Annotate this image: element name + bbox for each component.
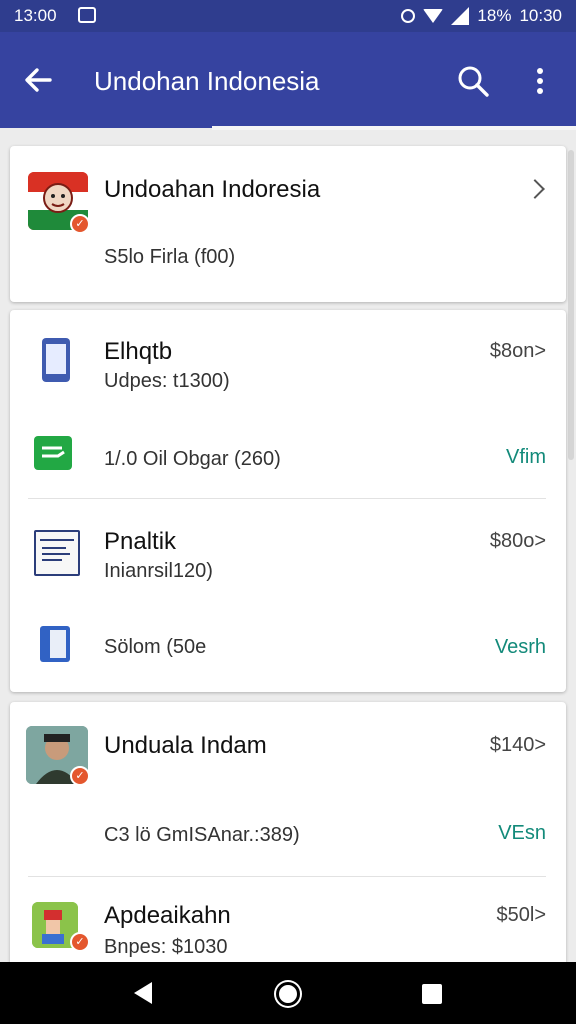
status-bar: 13:00 18% 10:30 <box>0 0 576 32</box>
page-title: Undohan Indonesia <box>94 66 320 96</box>
wifi-icon <box>423 9 444 23</box>
chart-app-icon <box>34 436 72 470</box>
list-item-title[interactable]: C3 lö GmISAnar.:389) <box>104 824 300 847</box>
scrollbar[interactable] <box>568 150 574 460</box>
notification-icon <box>78 7 96 23</box>
alarm-icon <box>401 9 416 23</box>
divider <box>28 498 546 499</box>
back-arrow-icon[interactable] <box>20 62 56 98</box>
more-vert-icon[interactable] <box>528 66 552 96</box>
list-item-title[interactable]: Sölom (50e <box>104 636 206 659</box>
list-item-price[interactable]: $80o> <box>490 530 546 553</box>
chevron-right-icon[interactable] <box>525 179 545 199</box>
status-icons: 18% 10:30 <box>401 6 562 26</box>
phone-app-icon <box>42 338 70 382</box>
list-item-subtitle: Udpes: t1300) <box>104 370 230 392</box>
list-item-title[interactable]: Elhqtb <box>104 338 172 366</box>
list-item-title[interactable]: Apdeaikahn <box>104 902 231 930</box>
clock-label: 10:30 <box>519 6 562 25</box>
list-item-subtitle: Bnpes: $1030 <box>104 936 228 958</box>
list-item-price[interactable]: $140> <box>490 734 546 757</box>
document-app-icon <box>34 530 80 576</box>
battery-label: 18% <box>477 6 512 25</box>
tab-indicator <box>212 126 576 130</box>
list-item-title[interactable]: Pnaltik <box>104 528 176 556</box>
system-nav-bar <box>0 962 576 1024</box>
nav-back-icon[interactable] <box>134 982 152 1004</box>
header-card[interactable]: ✓ Undoahan Indoresia S5lo Firla (f00) <box>10 146 566 302</box>
signal-icon <box>451 7 470 25</box>
verified-badge-icon: ✓ <box>70 214 90 234</box>
list-item-link[interactable]: Vesrh <box>495 636 546 659</box>
list-item-link[interactable]: VEsn <box>498 822 546 845</box>
list-item-link[interactable]: Vfim <box>506 446 546 469</box>
list-card: Elhqtb Udpes: t1300) $8on> 1/.0 Oil Obga… <box>10 310 566 692</box>
divider <box>28 876 546 877</box>
verified-badge-icon: ✓ <box>70 766 90 786</box>
header-title: Undoahan Indoresia <box>104 176 321 203</box>
list-card: ✓ Unduala Indam $140> C3 lö GmISAnar.:38… <box>10 702 566 972</box>
header-subtitle: S5lo Firla (f00) <box>104 246 236 268</box>
book-app-icon <box>40 626 70 662</box>
nav-recents-icon[interactable] <box>422 984 442 1004</box>
nav-home-icon[interactable] <box>276 982 300 1006</box>
search-icon[interactable] <box>456 64 490 98</box>
list-item-price[interactable]: $50l> <box>497 904 547 927</box>
app-bar: Undohan Indonesia <box>0 32 576 128</box>
list-item-price[interactable]: $8on> <box>490 340 546 363</box>
verified-badge-icon: ✓ <box>70 932 90 952</box>
status-time: 13:00 <box>14 6 57 25</box>
list-item-title[interactable]: 1/.0 Oil Obgar (260) <box>104 448 281 471</box>
list-item-subtitle: Inianrsil120) <box>104 560 213 582</box>
list-item-title[interactable]: Unduala Indam <box>104 732 267 760</box>
